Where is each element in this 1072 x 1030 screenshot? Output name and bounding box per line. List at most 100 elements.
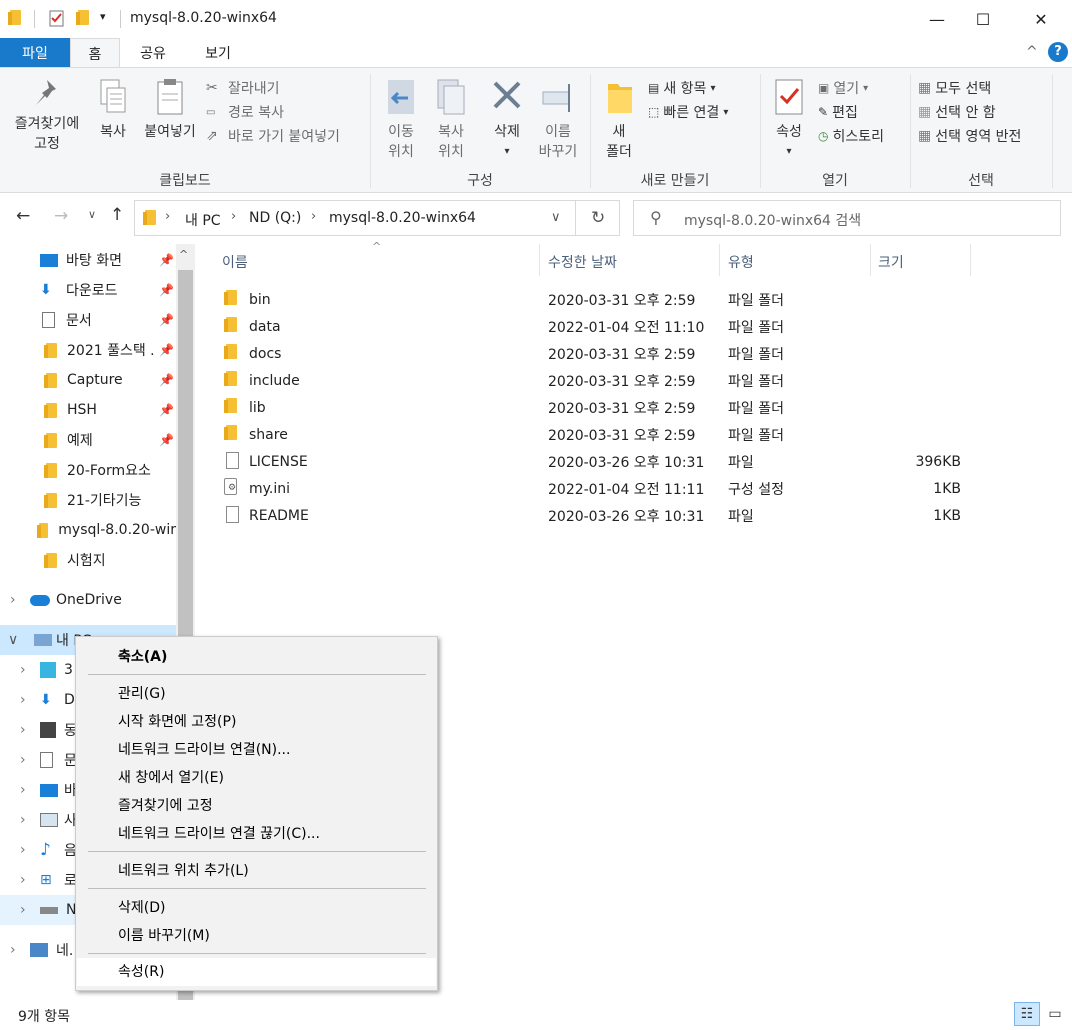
easy-access-button[interactable]: ⬚ 빠른 연결 ▾ [648,100,728,124]
properties-check-icon[interactable] [48,8,66,28]
sidebar-item-folder[interactable]: HSH 📌 [0,395,176,425]
pin-icon[interactable]: 📌 [159,253,174,267]
move-to-button[interactable]: 이동 위치 [376,78,426,162]
sidebar-item-onedrive[interactable]: › OneDrive [0,585,176,615]
properties-button[interactable]: 속성 ▾ [766,78,812,162]
delete-button[interactable]: 삭제 ▾ [484,78,530,162]
pin-icon[interactable]: 📌 [159,433,174,447]
breadcrumb-folder[interactable]: mysql-8.0.20-winx64 [329,210,476,226]
menu-item-collapse[interactable]: 축소(A) [118,645,167,669]
maximize-button[interactable]: ☐ [960,0,1006,38]
rename-button[interactable]: 이름 바꾸기 [532,78,584,162]
history-button[interactable]: ◷ 히스토리 [818,124,884,148]
search-input[interactable]: mysql-8.0.20-winx64 검색 [684,210,861,230]
back-arrow-icon[interactable]: ← [16,206,30,226]
new-item-button[interactable]: ▤ 새 항목 ▾ [648,76,728,100]
new-folder-button[interactable]: 새 폴더 [596,78,642,162]
menu-item-map-drive[interactable]: 네트워크 드라이브 연결(N)... [118,738,290,762]
tab-share[interactable]: 공유 [124,38,182,67]
copy-to-button[interactable]: 복사 위치 [426,78,476,162]
breadcrumb-separator-icon[interactable]: › [165,209,170,224]
table-row[interactable]: share 2020-03-31 오후 2:59 파일 폴더 [220,421,980,448]
breadcrumb-this-pc[interactable]: 내 PC [185,210,221,230]
table-row[interactable]: ⚙ my.ini 2022-01-04 오전 11:11 구성 설정 1KB [220,475,980,502]
column-divider[interactable] [870,244,871,276]
column-header-type[interactable]: 유형 [728,252,754,272]
pin-icon[interactable]: 📌 [159,283,174,297]
download-arrow-icon: ⬇ [40,692,52,708]
recent-locations-chevron-icon[interactable]: ∨ [88,208,96,221]
column-divider[interactable] [970,244,971,276]
table-row[interactable]: lib 2020-03-31 오후 2:59 파일 폴더 [220,394,980,421]
table-row[interactable]: bin 2020-03-31 오후 2:59 파일 폴더 [220,286,980,313]
menu-item-add-network[interactable]: 네트워크 위치 추가(L) [118,859,249,883]
help-icon[interactable]: ? [1048,42,1068,62]
select-all-button[interactable]: ▦ 모두 선택 [918,76,1021,100]
large-icons-view-icon[interactable]: ▭ [1044,1004,1066,1024]
customize-toolbar-icon[interactable]: ▾ [100,10,106,23]
menu-item-rename[interactable]: 이름 바꾸기(M) [118,924,210,948]
paste-shortcut-button[interactable]: ⇗ 바로 가기 붙여넣기 [206,124,340,148]
minimize-button[interactable]: — [914,0,960,38]
up-arrow-icon[interactable]: ↑ [110,205,124,225]
tab-view[interactable]: 보기 [186,38,250,67]
select-none-button[interactable]: ▦ 선택 안 함 [918,100,1021,124]
folder-icon [224,344,237,363]
menu-item-disconnect-drive[interactable]: 네트워크 드라이브 연결 끊기(C)... [118,822,320,846]
cut-button[interactable]: ✂ 잘라내기 [206,76,340,100]
paste-button[interactable]: 붙여넣기 [138,78,202,142]
table-row[interactable]: data 2022-01-04 오전 11:10 파일 폴더 [220,313,980,340]
table-row[interactable]: include 2020-03-31 오후 2:59 파일 폴더 [220,367,980,394]
invert-selection-button[interactable]: ▦ 선택 영역 반전 [918,124,1021,148]
menu-item-manage[interactable]: 관리(G) [118,682,166,706]
tab-home[interactable]: 홈 [70,38,120,68]
menu-item-pin-quick-access[interactable]: 즐겨찾기에 고정 [118,794,213,818]
breadcrumb-separator-icon[interactable]: › [231,209,236,224]
breadcrumb-separator-icon[interactable]: › [311,209,316,224]
sidebar-item-folder[interactable]: Capture 📌 [0,365,176,395]
table-row[interactable]: README 2020-03-26 오후 10:31 파일 1KB [220,502,980,529]
breadcrumb-drive[interactable]: ND (Q:) [249,210,301,226]
column-header-size[interactable]: 크기 [878,252,904,272]
menu-item-properties[interactable]: 속성(R) [118,960,164,984]
sidebar-item-documents[interactable]: 문서 📌 [0,305,176,335]
table-row[interactable]: LICENSE 2020-03-26 오후 10:31 파일 396KB [220,448,980,475]
open-button[interactable]: ▣ 열기 ▾ [818,76,884,100]
menu-item-open-new-window[interactable]: 새 창에서 열기(E) [118,766,224,790]
sidebar-item-desktop[interactable]: 바탕 화면 📌 [0,245,176,275]
sidebar-item-folder[interactable]: 2021 풀스택 . 📌 [0,335,176,365]
pin-icon[interactable]: 📌 [159,343,174,357]
scroll-up-icon[interactable]: ^ [179,248,188,261]
sidebar-item-folder[interactable]: 시험지 [0,545,176,575]
new-folder-icon[interactable] [76,8,96,28]
refresh-icon[interactable]: ↻ [591,208,605,228]
copy-button[interactable]: 복사 [92,78,134,142]
column-header-name[interactable]: 이름 [222,252,248,272]
sidebar-item-downloads[interactable]: ⬇ 다운로드 📌 [0,275,176,305]
copy-path-button[interactable]: ▭ 경로 복사 [206,100,340,124]
sidebar-item-folder[interactable]: 20-Form요소 [0,455,176,485]
sidebar-item-folder[interactable]: 21-기타기능 [0,485,176,515]
sidebar-item-label: HSH [67,402,97,418]
column-divider[interactable] [719,244,720,276]
details-view-icon[interactable]: ☷ [1014,1002,1040,1026]
pin-quick-access-button[interactable]: 즐겨찾기에 고정 [6,78,88,154]
edit-button[interactable]: ✎ 편집 [818,100,884,124]
close-button[interactable]: ✕ [1018,0,1064,38]
table-row[interactable]: docs 2020-03-31 오후 2:59 파일 폴더 [220,340,980,367]
column-header-modified[interactable]: 수정한 날짜 [548,252,617,272]
menu-item-delete[interactable]: 삭제(D) [118,896,165,920]
column-divider[interactable] [539,244,540,276]
sidebar-item-folder[interactable]: 예제 📌 [0,425,176,455]
menu-item-pin-start[interactable]: 시작 화면에 고정(P) [118,710,236,734]
collapse-ribbon-icon[interactable]: ^ [1026,44,1038,60]
tab-file[interactable]: 파일 [0,38,70,67]
pin-icon[interactable]: 📌 [159,403,174,417]
forward-arrow-icon[interactable]: → [54,206,68,226]
pin-icon[interactable]: 📌 [159,313,174,327]
address-dropdown-chevron-icon[interactable]: ∨ [551,210,561,225]
sidebar-item-folder[interactable]: mysql-8.0.20-wir [0,515,176,545]
address-bar[interactable]: › 내 PC › ND (Q:) › mysql-8.0.20-winx64 ∨… [134,200,620,236]
search-box[interactable]: ⚲ mysql-8.0.20-winx64 검색 [633,200,1061,236]
pin-icon[interactable]: 📌 [159,373,174,387]
